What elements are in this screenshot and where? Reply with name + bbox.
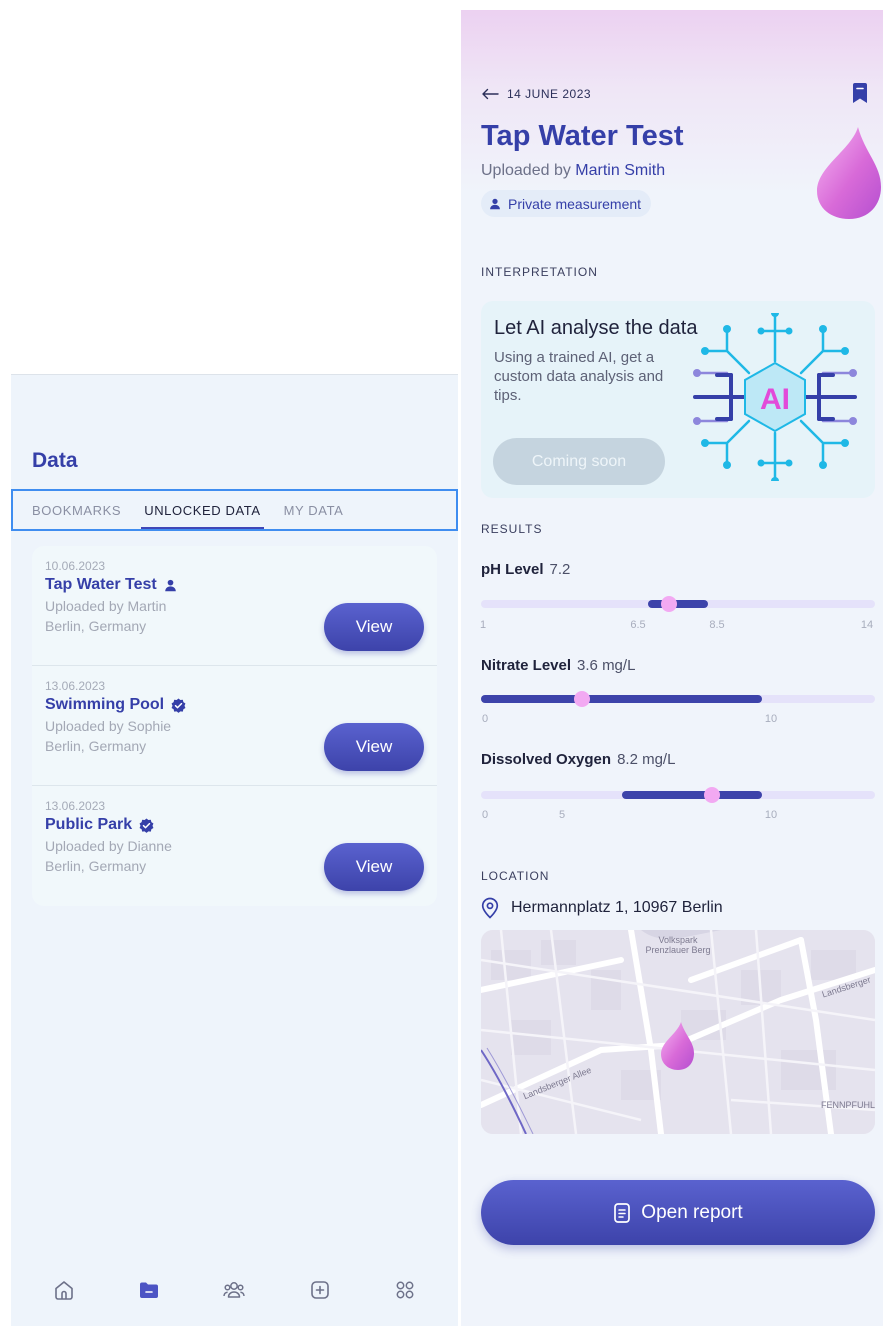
document-icon — [614, 1202, 631, 1223]
detail-title: Tap Water Test — [481, 120, 684, 152]
item-date: 10.06.2023 — [45, 559, 106, 573]
oxygen-tick-min: 0 — [481, 809, 489, 821]
folder-icon — [140, 1282, 159, 1298]
detail-uploader: Uploaded by Martin Smith — [481, 162, 666, 179]
item-title: Tap Water Test — [45, 576, 437, 594]
detail-screen: 14 JUNE 2023 Tap Water Test Uploaded by … — [461, 10, 883, 1326]
ph-range-track — [481, 596, 875, 612]
ph-tick-high: 8.5 — [709, 619, 725, 631]
home-icon — [54, 1281, 73, 1300]
add-icon — [311, 1281, 329, 1299]
oxygen-tick-max: 10 — [764, 809, 778, 821]
oxygen-range-fill — [621, 791, 763, 799]
data-screen: Data BOOKMARKS UNLOCKED DATA MY DATA 10.… — [11, 374, 458, 1326]
ai-card-text: Using a trained AI, get a custom data an… — [494, 349, 664, 404]
result-nitrate: Nitrate Level 3.6 mg/L — [481, 657, 636, 674]
bookmark-icon[interactable] — [851, 82, 869, 104]
coming-soon-button: Coming soon — [493, 438, 665, 485]
map-label: Volkspark Prenzlauer Berg — [645, 935, 711, 955]
nitrate-tick-min: 0 — [481, 713, 489, 725]
item-date: 13.06.2023 — [45, 679, 106, 693]
oxygen-tick-mid: 5 — [558, 809, 566, 821]
oxygen-reading-marker — [703, 787, 720, 803]
apps-icon — [396, 1281, 414, 1299]
person-icon — [490, 198, 500, 209]
results-label: RESULTS — [481, 522, 543, 536]
measurement-date: 14 JUNE 2023 — [507, 87, 592, 101]
water-drop-icon — [817, 127, 881, 219]
ai-card-title: Let AI analyse the data — [494, 317, 698, 339]
result-ph: pH Level 7.2 — [481, 561, 571, 578]
nitrate-tick-max: 10 — [764, 713, 778, 725]
ph-tick-max: 14 — [860, 619, 874, 631]
page-title: Data — [32, 449, 78, 472]
ai-art-label: AI — [760, 383, 790, 416]
location-label: LOCATION — [481, 869, 550, 883]
open-report-button[interactable]: Open report — [481, 1180, 875, 1245]
ai-network-icon: AI — [693, 313, 857, 481]
ai-card: Let AI analyse the data Using a trained … — [481, 301, 875, 498]
data-list: 10.06.2023 Tap Water Test Uploaded by Ma… — [32, 546, 437, 906]
ph-reading-marker — [660, 596, 677, 612]
interpretation-label: INTERPRETATION — [481, 265, 598, 279]
nitrate-reading-marker — [574, 691, 591, 707]
back-link[interactable]: 14 JUNE 2023 — [481, 87, 591, 101]
uploader-name[interactable]: Martin Smith — [575, 162, 665, 179]
view-button[interactable]: View — [324, 843, 424, 891]
community-icon — [223, 1282, 246, 1298]
data-tabs: BOOKMARKS UNLOCKED DATA MY DATA — [11, 489, 458, 531]
nav-home[interactable] — [44, 1270, 84, 1310]
map-streets — [481, 930, 875, 1134]
tab-unlocked-data[interactable]: UNLOCKED DATA — [141, 491, 264, 529]
ph-range-fill — [647, 600, 709, 608]
item-title: Public Park — [45, 816, 437, 834]
nav-apps[interactable] — [385, 1270, 425, 1310]
tab-bookmarks[interactable]: BOOKMARKS — [32, 491, 121, 529]
list-item: 13.06.2023 Public Park Uploaded by Diann… — [32, 786, 437, 906]
map-label: FENNPFUHL — [821, 1100, 875, 1110]
arrow-left-icon — [482, 88, 499, 100]
list-item: 13.06.2023 Swimming Pool Uploaded by Sop… — [32, 666, 437, 786]
verified-icon — [171, 697, 186, 713]
location-map[interactable]: Volkspark Prenzlauer Berg Landsberger Al… — [481, 930, 875, 1134]
item-title: Swimming Pool — [45, 696, 437, 714]
nitrate-range-fill — [481, 695, 763, 703]
nav-add[interactable] — [300, 1270, 340, 1310]
ph-tick-min: 1 — [479, 619, 487, 631]
person-icon — [164, 579, 176, 591]
bottom-nav — [11, 1254, 458, 1326]
privacy-badge: Private measurement — [481, 190, 652, 217]
nav-community[interactable] — [214, 1270, 254, 1310]
view-button[interactable]: View — [324, 603, 424, 651]
nitrate-range-track — [481, 691, 875, 707]
location-address: Hermannplatz 1, 10967 Berlin — [481, 897, 723, 919]
item-date: 13.06.2023 — [45, 799, 106, 813]
location-pin-icon — [481, 897, 499, 919]
tab-my-data[interactable]: MY DATA — [284, 491, 344, 529]
result-dissolved-oxygen: Dissolved Oxygen 8.2 mg/L — [481, 751, 676, 768]
verified-icon — [139, 817, 154, 833]
list-item: 10.06.2023 Tap Water Test Uploaded by Ma… — [32, 546, 437, 666]
nav-data[interactable] — [129, 1270, 169, 1310]
oxygen-range-track — [481, 787, 875, 803]
ph-tick-low: 6.5 — [630, 619, 646, 631]
view-button[interactable]: View — [324, 723, 424, 771]
